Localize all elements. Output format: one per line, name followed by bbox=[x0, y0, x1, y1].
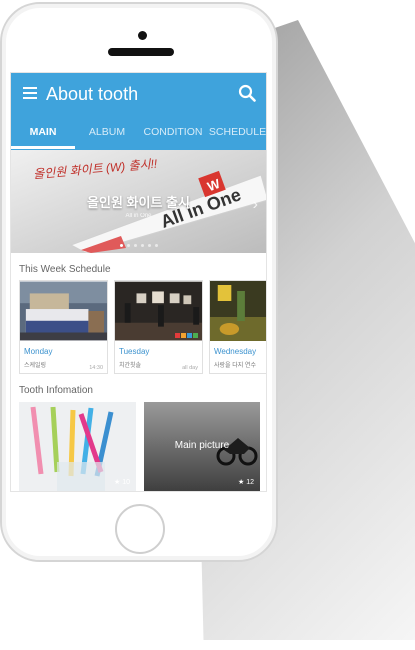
page-dot[interactable] bbox=[154, 244, 158, 247]
banner-subtitle: All in One bbox=[125, 213, 152, 219]
tab-album[interactable]: ALBUM bbox=[75, 115, 139, 150]
schedule-day: Monday bbox=[24, 347, 53, 356]
info-count-value: 10 bbox=[122, 479, 130, 486]
tab-schedule[interactable]: SCHEDULE bbox=[207, 115, 266, 150]
info-count-value: 12 bbox=[246, 479, 254, 486]
schedule-desc: 스케일링 bbox=[24, 363, 47, 369]
info-card[interactable]: ★ 10 bbox=[19, 402, 136, 491]
info-count: ★ 10 bbox=[113, 479, 130, 486]
info-card[interactable]: Main picture ★ 12 bbox=[144, 402, 260, 491]
schedule-card[interactable]: Tuesday 치간칫솔 all day bbox=[114, 280, 203, 374]
page-dot[interactable] bbox=[126, 244, 130, 247]
schedule-card[interactable]: Wednesday 사랑을 다지 연수 bbox=[209, 280, 266, 374]
home-button[interactable] bbox=[115, 504, 165, 554]
schedule-desc: 사랑을 다지 연수 bbox=[214, 363, 256, 369]
front-camera bbox=[138, 31, 147, 40]
bedroom-photo bbox=[20, 281, 107, 341]
page-dot[interactable] bbox=[133, 244, 137, 247]
search-icon[interactable] bbox=[238, 84, 256, 102]
banner-page-dots bbox=[11, 244, 266, 247]
page-dot[interactable] bbox=[140, 244, 144, 247]
info-heading: Tooth Infomation bbox=[19, 385, 93, 396]
app-title: About tooth bbox=[46, 84, 139, 104]
tab-main[interactable]: MAIN bbox=[11, 115, 75, 150]
speaker-grille bbox=[108, 48, 174, 56]
schedule-heading: This Week Schedule bbox=[19, 264, 111, 275]
page-dot[interactable] bbox=[119, 244, 123, 247]
chevron-right-icon[interactable]: › bbox=[253, 196, 258, 214]
schedule-day: Wednesday bbox=[214, 347, 257, 356]
info-count: ★ 12 bbox=[237, 479, 254, 486]
promo-banner[interactable]: W All in One 올인원 화이트 (W) 출시!! 올인원 화이트 출시… bbox=[11, 150, 266, 253]
schedule-time: 14:30 bbox=[89, 365, 103, 371]
active-tab-indicator bbox=[11, 146, 75, 149]
event-photo bbox=[210, 281, 266, 341]
menu-icon[interactable] bbox=[23, 87, 37, 99]
page-dot[interactable] bbox=[147, 244, 151, 247]
gallery-photo bbox=[115, 281, 202, 341]
schedule-day: Tuesday bbox=[119, 347, 150, 356]
app-bar: About tooth bbox=[11, 73, 266, 115]
app-screen: About tooth MAIN ALBUM CONDITION SCHEDUL… bbox=[10, 72, 267, 492]
schedule-card[interactable]: Monday 스케일링 14:30 bbox=[19, 280, 108, 374]
tab-condition[interactable]: CONDITION bbox=[139, 115, 207, 150]
color-swatches bbox=[175, 333, 198, 338]
schedule-desc: 치간칫솔 bbox=[119, 363, 142, 369]
schedule-time: all day bbox=[182, 365, 198, 371]
tab-bar: MAIN ALBUM CONDITION SCHEDULE bbox=[11, 115, 266, 150]
info-caption: Main picture bbox=[174, 440, 230, 451]
banner-title: 올인원 화이트 출시 bbox=[87, 195, 190, 210]
